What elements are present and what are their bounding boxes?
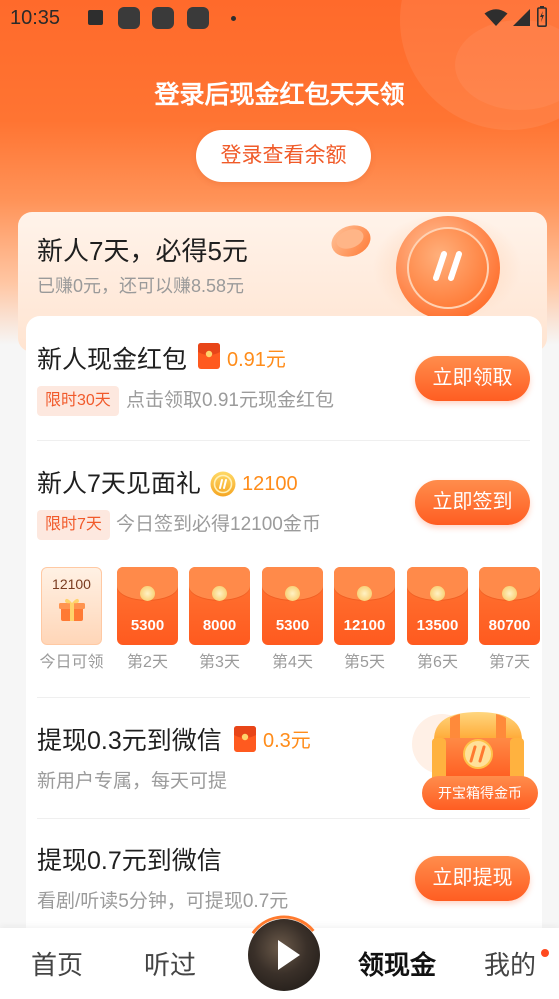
limited-time-badge: 限时30天	[37, 386, 119, 416]
checkin-day-card[interactable]: 12100	[41, 567, 102, 645]
limited-time-badge: 限时7天	[37, 510, 110, 540]
task-title: 提现0.7元到微信	[37, 847, 222, 875]
day-amount: 5300	[275, 617, 310, 634]
divider	[37, 697, 530, 698]
day-amount: 8000	[202, 617, 237, 634]
task-title: 提现0.3元到微信	[37, 727, 222, 755]
red-envelope-icon	[234, 726, 256, 752]
task-reward: 12100	[242, 473, 298, 495]
promo-title: 新人7天，必得5元	[37, 236, 248, 266]
withdraw-button[interactable]: 立即提现	[415, 856, 530, 901]
battery-icon	[537, 6, 547, 27]
app-icon	[187, 7, 209, 29]
app-icon	[118, 7, 140, 29]
nav-item-history[interactable]: 听过	[120, 946, 220, 984]
day-amount: 80700	[488, 617, 531, 634]
notification-dot	[541, 949, 549, 957]
divider	[37, 440, 530, 441]
claim-button[interactable]: 立即领取	[415, 356, 530, 401]
page-title: 登录后现金红包天天领	[154, 81, 405, 109]
task-description: 新用户专属，每天可提	[37, 771, 228, 792]
day-amount: 12100	[343, 617, 386, 634]
checkin-day-card[interactable]: 13500	[407, 567, 468, 645]
task-reward: 0.3元	[263, 730, 311, 752]
day-label: 第2天	[127, 654, 168, 671]
nav-item-cash[interactable]: 领现金	[347, 946, 447, 984]
day-label: 第3天	[199, 654, 240, 671]
open-chest-button[interactable]: 开宝箱得金币	[422, 776, 538, 810]
checkin-day-card[interactable]: 12100	[334, 567, 395, 645]
day-label: 第5天	[344, 654, 385, 671]
task-title: 新人现金红包	[37, 346, 188, 374]
day-label: 第6天	[417, 654, 458, 671]
day-amount: 5300	[130, 617, 165, 634]
small-coin-icon	[331, 225, 371, 257]
task-description: 看剧/听读5分钟，可提现0.7元	[37, 891, 289, 912]
gold-coin-icon	[396, 216, 500, 320]
divider	[37, 818, 530, 819]
status-time: 10:35	[10, 7, 61, 29]
dot-icon	[231, 16, 236, 21]
day-amount: 12100	[52, 576, 91, 592]
promo-subtitle: 已赚0元，还可以赚8.58元	[37, 276, 245, 296]
day-label: 今日可领	[39, 654, 104, 671]
day-label: 第4天	[272, 654, 313, 671]
day-label: 第7天	[489, 654, 530, 671]
play-icon	[278, 940, 300, 970]
wifi-icon	[484, 9, 508, 26]
notification-icon	[88, 10, 103, 25]
checkin-button[interactable]: 立即签到	[415, 480, 530, 525]
day-amount: 13500	[416, 617, 459, 634]
task-description: 点击领取0.91元现金红包	[126, 390, 334, 411]
gift-icon	[59, 598, 85, 621]
checkin-day-card[interactable]: 5300	[117, 567, 178, 645]
checkin-day-card[interactable]: 8000	[189, 567, 250, 645]
task-title: 新人7天见面礼	[37, 470, 201, 498]
signal-icon	[513, 9, 530, 26]
treasure-chest-icon[interactable]	[428, 708, 528, 784]
task-description: 今日签到必得12100金币	[116, 514, 321, 535]
nav-item-home[interactable]: 首页	[7, 946, 107, 984]
coin-icon	[210, 471, 236, 497]
login-button[interactable]: 登录查看余额	[196, 130, 371, 182]
app-icon	[152, 7, 174, 29]
red-envelope-icon	[198, 343, 220, 369]
checkin-day-card[interactable]: 5300	[262, 567, 323, 645]
checkin-day-card[interactable]: 80700	[479, 567, 540, 645]
task-reward: 0.91元	[227, 349, 286, 371]
